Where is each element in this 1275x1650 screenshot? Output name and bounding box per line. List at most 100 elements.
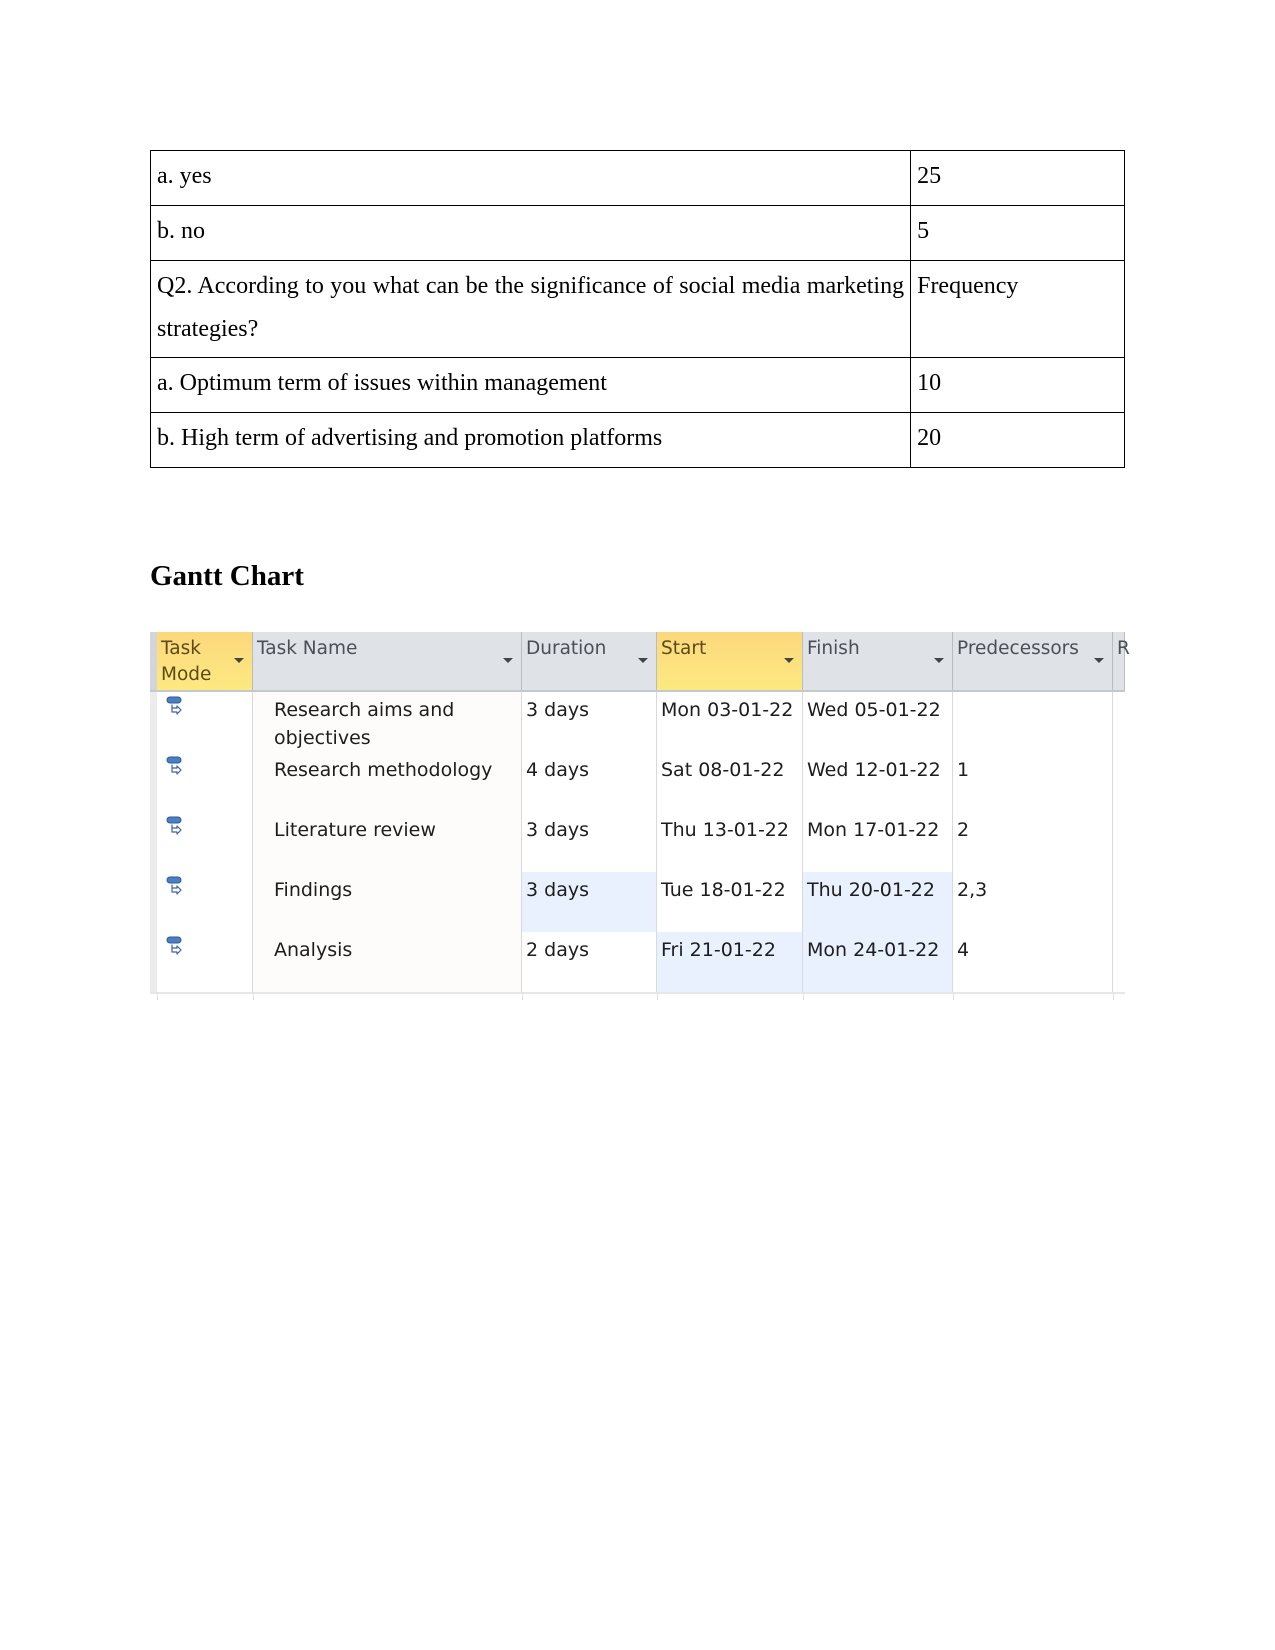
column-filter-dropdown-icon[interactable] [638, 658, 648, 663]
answer-frequency: 10 [910, 357, 1125, 413]
duration-cell[interactable]: 3 days [522, 872, 657, 932]
question-row: Q2. According to you what can be the sig… [149, 260, 1125, 358]
predecessors-value: 1 [957, 759, 970, 781]
column-header-task-mode[interactable]: Task Mode [157, 632, 253, 690]
task-name-value: Literature review [274, 819, 436, 841]
row-selector[interactable] [150, 812, 157, 872]
column-filter-dropdown-icon[interactable] [784, 658, 794, 663]
task-mode-cell[interactable] [157, 692, 253, 752]
column-header-label: Start [661, 638, 707, 659]
finish-value: Thu 20-01-22 [807, 879, 935, 901]
task-row[interactable]: Findings 3 days Tue 18-01-22 Thu 20-01-22 2,… [150, 872, 1125, 934]
column-filter-dropdown-icon[interactable] [234, 658, 244, 663]
predecessors-value: 4 [957, 939, 970, 961]
task-name-value: Analysis [274, 939, 353, 961]
duration-value: 3 days [526, 879, 589, 901]
auto-scheduled-task-icon [166, 816, 182, 835]
finish-value: Mon 24-01-22 [807, 939, 940, 961]
task-row[interactable]: Literature review 3 days Thu 13-01-22 Mon 1… [150, 812, 1125, 874]
start-cell[interactable]: Mon 03-01-22 [657, 692, 803, 752]
start-cell[interactable]: Sat 08-01-22 [657, 752, 803, 812]
predecessors-value: 2 [957, 819, 970, 841]
column-header-label: Predecessors [957, 638, 1079, 659]
answer-label: b. High term of advertising and promotio… [149, 412, 912, 468]
predecessors-cell[interactable]: 2,3 [953, 872, 1113, 932]
column-header-finish[interactable]: Finish [803, 632, 953, 690]
finish-cell[interactable]: Thu 20-01-22 [803, 872, 953, 932]
task-mode-cell[interactable] [157, 752, 253, 812]
column-filter-dropdown-icon[interactable] [503, 658, 513, 663]
resource-cell[interactable] [1113, 932, 1125, 992]
column-header-label: Task Name [257, 638, 358, 659]
duration-value: 4 days [526, 759, 589, 781]
task-row[interactable]: Research methodology 4 days Sat 08-01-22 We… [150, 752, 1125, 814]
resource-cell[interactable] [1113, 812, 1125, 872]
finish-cell[interactable]: Mon 17-01-22 [803, 812, 953, 872]
row-selector[interactable] [150, 692, 157, 752]
question-text: Q2. According to you what can be the sig… [149, 260, 912, 358]
answer-label: a. yes [149, 150, 912, 206]
column-filter-dropdown-icon[interactable] [1094, 658, 1104, 663]
task-name-cell[interactable]: Literature review [253, 812, 522, 872]
grid-line [253, 992, 254, 1000]
start-cell[interactable]: Thu 13-01-22 [657, 812, 803, 872]
resource-cell[interactable] [1113, 872, 1125, 932]
column-header-predecessors[interactable]: Predecessors [953, 632, 1113, 690]
resource-cell[interactable] [1113, 692, 1125, 752]
duration-value: 2 days [526, 939, 589, 961]
column-header-duration[interactable]: Duration [522, 632, 657, 690]
column-header-start[interactable]: Start [657, 632, 803, 690]
duration-value: 3 days [526, 819, 589, 841]
column-header-task-name[interactable]: Task Name [253, 632, 522, 690]
duration-cell[interactable]: 3 days [522, 812, 657, 872]
task-mode-cell[interactable] [157, 932, 253, 992]
task-name-cell[interactable]: Research methodology [253, 752, 522, 812]
start-cell[interactable]: Tue 18-01-22 [657, 872, 803, 932]
auto-scheduled-task-icon [166, 876, 182, 895]
answer-frequency: 20 [910, 412, 1125, 468]
column-filter-dropdown-icon[interactable] [934, 658, 944, 663]
row-selector-header[interactable] [150, 632, 157, 690]
task-name-cell[interactable]: Findings [253, 872, 522, 932]
task-name-cell[interactable]: Research aims and objectives [253, 692, 522, 752]
task-mode-cell[interactable] [157, 812, 253, 872]
answer-label: b. no [149, 205, 912, 261]
grid-line [1113, 992, 1114, 1000]
grid-line [522, 992, 523, 1000]
finish-cell[interactable]: Wed 05-01-22 [803, 692, 953, 752]
task-row[interactable]: Research aims and objectives 3 days Mon 03… [150, 692, 1125, 754]
task-name-value: Research aims and objectives [274, 699, 455, 749]
predecessors-cell[interactable]: 2 [953, 812, 1113, 872]
predecessors-cell[interactable] [953, 692, 1113, 752]
task-mode-cell[interactable] [157, 872, 253, 932]
answer-frequency: 25 [910, 150, 1125, 206]
duration-cell[interactable]: 3 days [522, 692, 657, 752]
row-selector[interactable] [150, 752, 157, 812]
finish-value: Mon 17-01-22 [807, 819, 940, 841]
resource-cell[interactable] [1113, 752, 1125, 812]
start-cell[interactable]: Fri 21-01-22 [657, 932, 803, 992]
grid-line [157, 992, 158, 1000]
column-header-label: Duration [526, 638, 607, 659]
auto-scheduled-task-icon [166, 696, 182, 715]
column-header-resource[interactable]: R [1113, 632, 1130, 690]
section-heading: Gantt Chart [150, 560, 304, 592]
column-header-label: Finish [807, 638, 860, 659]
task-row[interactable]: Analysis 2 days Fri 21-01-22 Mon 24-01-22 4 [150, 932, 1125, 994]
row-selector[interactable] [150, 872, 157, 932]
row-selector[interactable] [150, 932, 157, 992]
start-value: Tue 18-01-22 [661, 879, 786, 901]
auto-scheduled-task-icon [166, 936, 182, 955]
duration-cell[interactable]: 4 days [522, 752, 657, 812]
start-value: Sat 08-01-22 [661, 759, 785, 781]
predecessors-cell[interactable]: 1 [953, 752, 1113, 812]
task-name-cell[interactable]: Analysis [253, 932, 522, 992]
finish-cell[interactable]: Mon 24-01-22 [803, 932, 953, 992]
start-value: Thu 13-01-22 [661, 819, 789, 841]
survey-frequency-table: a. yes 25 b. no 5 Q2. According to you w… [149, 150, 1125, 468]
finish-cell[interactable]: Wed 12-01-22 [803, 752, 953, 812]
predecessors-cell[interactable]: 4 [953, 932, 1113, 992]
duration-cell[interactable]: 2 days [522, 932, 657, 992]
grid-line [953, 992, 954, 1000]
table-row: b. High term of advertising and promotio… [149, 412, 1125, 468]
